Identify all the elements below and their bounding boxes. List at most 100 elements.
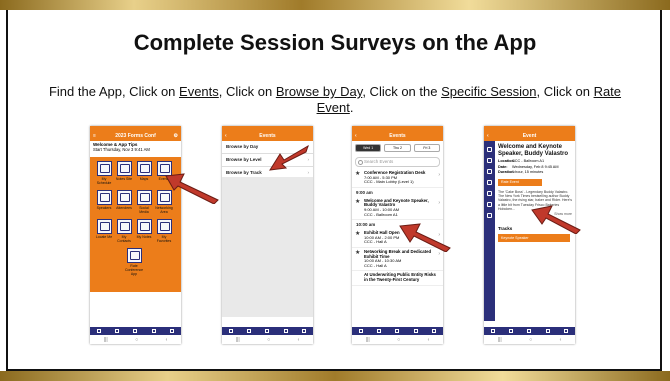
star-icon[interactable] <box>487 180 492 185</box>
app-header-title: Event <box>522 133 537 139</box>
map-icon[interactable] <box>265 329 270 333</box>
home-icon[interactable] <box>229 329 234 333</box>
slide-title: Complete Session Surveys on the App <box>133 30 537 55</box>
location-icon[interactable] <box>487 202 492 207</box>
back-icon[interactable]: ‹ <box>560 337 562 343</box>
home-button-icon[interactable]: ○ <box>267 337 270 343</box>
tile-rate-conference[interactable] <box>127 248 142 263</box>
pencil-icon[interactable] <box>487 158 492 163</box>
tile-speakers[interactable] <box>97 190 112 205</box>
people-icon[interactable] <box>413 329 418 333</box>
track-keynote-button[interactable]: Keynote Speaker <box>498 234 570 243</box>
show-more-link[interactable]: Show more <box>498 212 572 216</box>
map-icon[interactable] <box>527 329 532 333</box>
rate-event-button[interactable]: Rate Event <box>498 178 542 186</box>
home-button-icon[interactable]: ○ <box>397 337 400 343</box>
event-title: AI Underwriting Public Entity Risks in t… <box>364 272 436 282</box>
home-icon[interactable] <box>359 329 364 333</box>
tile-networking[interactable] <box>157 190 172 205</box>
tile-my-favorites[interactable] <box>157 219 172 234</box>
row-browse-by-day[interactable]: Browse by Day › <box>222 141 313 154</box>
people-icon[interactable] <box>151 329 156 333</box>
row-label: Browse by Day <box>226 144 259 149</box>
back-icon[interactable]: ‹ <box>428 337 430 343</box>
tab-day-1[interactable]: Wed 1 <box>355 144 382 152</box>
document-icon[interactable] <box>487 169 492 174</box>
tile-attendees[interactable] <box>117 190 132 205</box>
instr-text-4: , Click on <box>536 84 594 99</box>
list-item[interactable]: ★ Conference Registration Desk 7:00 AM - 5… <box>352 169 443 188</box>
settings-icon[interactable]: ⚙ <box>174 132 178 141</box>
bookmark-icon[interactable] <box>487 191 492 196</box>
tab-day-3[interactable]: Fri 3 <box>413 144 440 152</box>
search-icon[interactable] <box>169 329 174 333</box>
tile-maps[interactable] <box>137 161 152 176</box>
tile-label: Speakers <box>96 206 112 210</box>
back-arrow-icon[interactable]: ‹ <box>225 132 227 141</box>
chevron-right-icon: › <box>438 199 440 206</box>
tab-day-2[interactable]: Thu 2 <box>384 144 411 152</box>
instr-text-2: , Click on <box>218 84 276 99</box>
duration-label: Duration: <box>498 170 515 175</box>
tile-events[interactable] <box>157 161 172 176</box>
instr-text-5: . <box>349 100 354 115</box>
pencil-icon <box>139 222 150 231</box>
date-label: Date: <box>498 164 508 169</box>
map-icon[interactable] <box>133 329 138 333</box>
people-icon[interactable] <box>283 329 288 333</box>
back-icon[interactable]: ‹ <box>166 337 168 343</box>
time-header: 9:00 am <box>356 189 373 195</box>
tile-my-schedule[interactable] <box>97 161 112 176</box>
back-icon[interactable]: ‹ <box>298 337 300 343</box>
home-icon[interactable] <box>97 329 102 333</box>
tile-notes-site[interactable] <box>117 161 132 176</box>
app-header-title: Events <box>389 133 406 139</box>
row-label: Browse by Level <box>226 157 262 162</box>
welcome-banner[interactable]: Welcome & App Tips Start Thursday, Nov 3… <box>90 141 181 153</box>
search-input[interactable]: Search Events <box>355 157 440 167</box>
recents-icon[interactable]: ||| <box>498 337 502 343</box>
calendar-icon[interactable] <box>377 329 382 333</box>
star-icon[interactable]: ★ <box>355 171 360 177</box>
help-icon[interactable] <box>487 213 492 218</box>
star-icon[interactable]: ★ <box>355 231 360 237</box>
tile-my-notes[interactable] <box>137 219 152 234</box>
calendar-icon[interactable] <box>509 329 514 333</box>
list-item[interactable]: AI Underwriting Public Entity Risks in t… <box>352 271 443 286</box>
search-icon[interactable] <box>431 329 436 333</box>
list-item[interactable]: ★ Exhibit Hall Open 10:00 AM - 2:00 PM CCC … <box>352 229 443 248</box>
home-button-icon[interactable]: ○ <box>529 337 532 343</box>
list-item[interactable]: ★ Networking Break and Dedicated Exhibit … <box>352 248 443 272</box>
calendar-icon[interactable] <box>115 329 120 333</box>
home-icon[interactable] <box>491 329 496 333</box>
people-icon[interactable] <box>545 329 550 333</box>
star-icon[interactable]: ★ <box>355 250 360 256</box>
notes-icon <box>119 164 130 173</box>
recents-icon[interactable]: ||| <box>236 337 240 343</box>
recents-icon[interactable]: ||| <box>366 337 370 343</box>
tile-locate-me[interactable] <box>97 219 112 234</box>
back-arrow-icon[interactable]: ‹ <box>487 132 489 141</box>
tile-my-contacts[interactable] <box>117 219 132 234</box>
menu-icon[interactable]: ≡ <box>93 132 96 141</box>
home-button-icon[interactable]: ○ <box>135 337 138 343</box>
date-value: Wednesday, Feb 8 9:45 AM <box>512 164 559 169</box>
search-icon[interactable] <box>301 329 306 333</box>
share-icon[interactable] <box>487 147 492 152</box>
recents-icon[interactable]: ||| <box>104 337 108 343</box>
tile-label: Attendees <box>116 206 132 210</box>
tile-social-media[interactable] <box>137 190 152 205</box>
row-browse-by-level[interactable]: Browse by Level › <box>222 154 313 167</box>
duration-value: 1 hour, 15 minutes <box>512 170 544 175</box>
tile-label: Notes Site <box>115 177 133 181</box>
back-arrow-icon[interactable]: ‹ <box>355 132 357 141</box>
event-place: CCC - Hall A <box>364 262 387 268</box>
tracks-heading: Tracks <box>498 226 513 232</box>
calendar-icon[interactable] <box>247 329 252 333</box>
list-item[interactable]: ★ Welcome and Keynote Speaker, Buddy Vala… <box>352 197 443 221</box>
map-icon[interactable] <box>395 329 400 333</box>
bottom-nav <box>90 327 181 335</box>
date-row: Date: Wednesday, Feb 8 9:45 AM <box>498 165 572 170</box>
star-icon[interactable]: ★ <box>355 199 360 205</box>
search-icon[interactable] <box>563 329 568 333</box>
